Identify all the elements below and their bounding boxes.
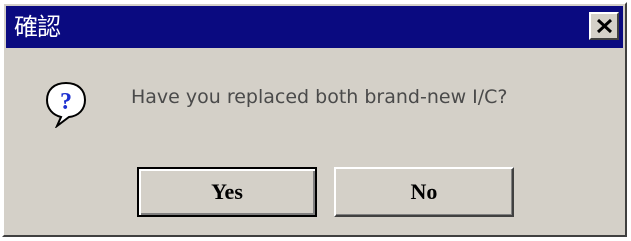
- dialog-message: Have you replaced both brand-new I/C?: [131, 86, 508, 108]
- title-bar[interactable]: 確認: [6, 6, 623, 48]
- dialog-title: 確認: [14, 13, 61, 41]
- no-button[interactable]: No: [334, 167, 514, 217]
- close-icon: [596, 18, 613, 34]
- close-button[interactable]: [589, 12, 619, 40]
- confirm-dialog: 確認 ? Have you replaced both brand-new I/…: [2, 2, 627, 237]
- yes-button[interactable]: Yes: [137, 167, 317, 217]
- svg-text:?: ?: [60, 89, 72, 115]
- question-icon: ?: [45, 81, 87, 128]
